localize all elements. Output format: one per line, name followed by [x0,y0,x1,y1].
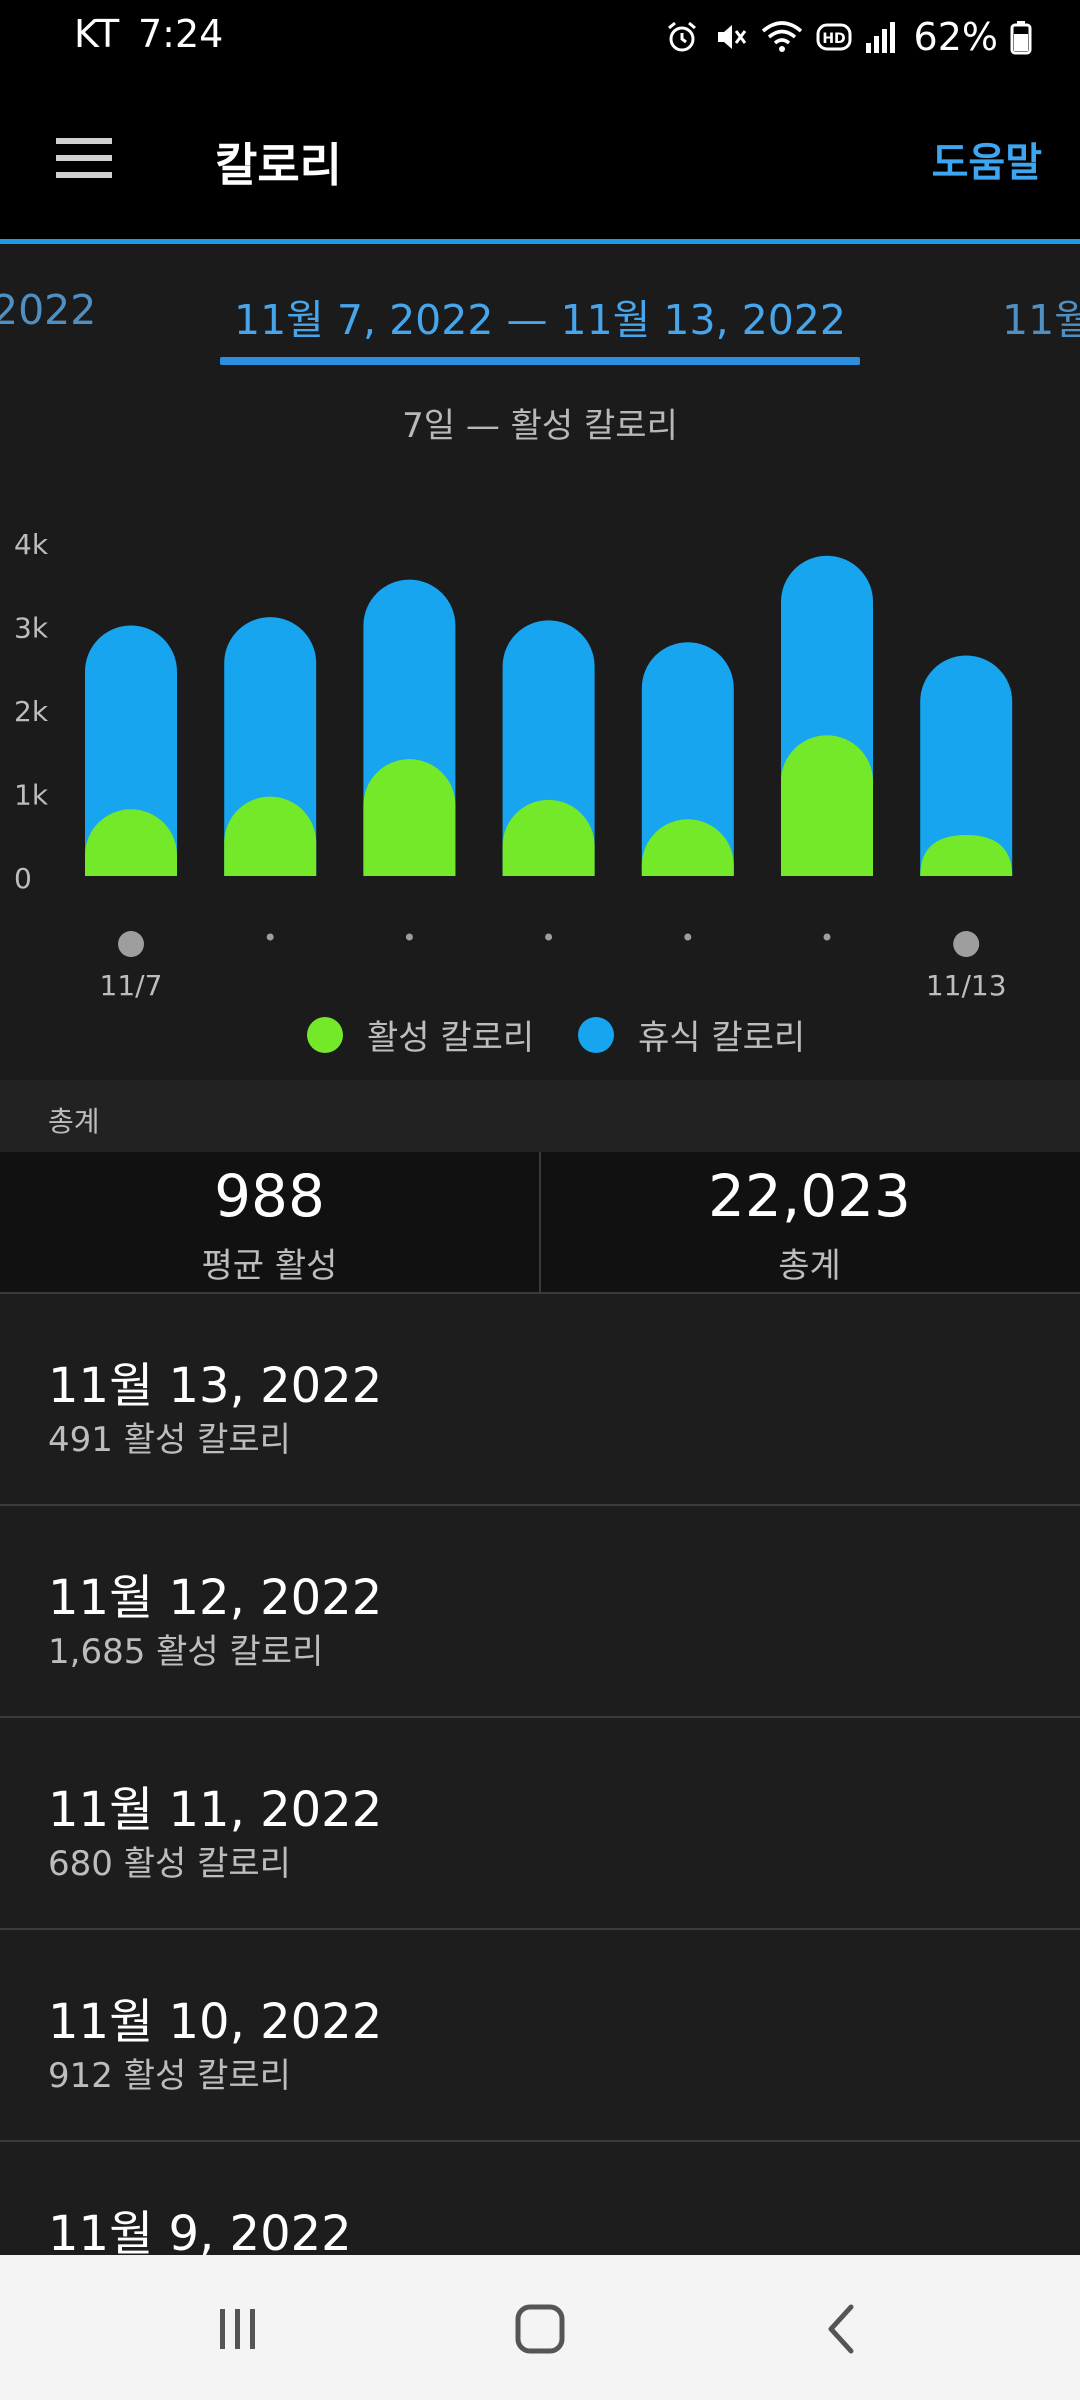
home-icon [510,2299,570,2359]
menu-button[interactable] [48,122,120,194]
list-item[interactable]: 11월 11, 2022 680 활성 칼로리 [0,1718,1080,1930]
x-tick-label: 11/7 [100,969,163,1002]
daily-list: 11월 13, 2022 491 활성 칼로리 11월 12, 2022 1,6… [0,1294,1080,2354]
calorie-chart: 7일 — 활성 칼로리 0 1k 2k 3k 4k 11/7 11/13 활성 칼로리 휴식… [0,374,1080,1080]
current-range-tab[interactable]: 11월 7, 2022 — 11월 13, 2022 [220,286,860,346]
x-tick-marker-small [823,933,831,941]
previous-range-tab[interactable]: 2022 [0,286,96,334]
list-item-date: 11월 11, 2022 [48,1782,383,1838]
list-item-date: 11월 10, 2022 [48,1994,383,2050]
list-item[interactable]: 11월 10, 2022 912 활성 칼로리 [0,1930,1080,2142]
calories-screen: KT 7:24 HD 62% 칼로리 도움말 2022 11월 7, 2022 … [0,0,1080,2400]
chart-svg: 0 1k 2k 3k 4k 11/7 11/13 [14,528,1013,1002]
x-tick-marker-large [953,931,980,957]
total-cell: 22,023 총계 [540,1152,1079,1292]
carrier-name: KT [74,12,120,56]
x-tick-label: 11/13 [926,969,1007,1002]
list-item-calories: 912 활성 칼로리 [48,2056,291,2096]
x-tick-marker-small [545,933,553,941]
legend-swatch-active [307,1016,343,1053]
selected-range-indicator [220,357,860,365]
wifi-icon [760,19,804,55]
avg-active-value: 988 [214,1162,325,1230]
svg-text:HD: HD [822,31,845,47]
hd-voice-icon: HD [816,19,852,55]
avg-active-cell: 988 평균 활성 [0,1152,541,1292]
mute-icon [712,19,748,55]
page-title: 칼로리 [215,138,342,192]
total-label: 총계 [778,1246,841,1286]
hamburger-menu-icon [48,122,120,194]
x-tick-marker-small [266,933,274,941]
system-nav-bar [0,2255,1080,2400]
help-button[interactable]: 도움말 [932,130,1042,188]
home-button[interactable] [500,2297,580,2361]
summary-row: 988 평균 활성 22,023 총계 [0,1152,1080,1294]
list-item-date: 11월 12, 2022 [48,1570,383,1626]
legend-label-resting: 휴식 칼로리 [638,1018,806,1058]
recent-apps-button[interactable] [198,2297,278,2361]
total-value: 22,023 [708,1162,911,1230]
recent-apps-icon [208,2299,268,2359]
back-button[interactable] [803,2297,883,2361]
y-tick-label: 3k [14,612,49,645]
list-item-calories: 1,685 활성 칼로리 [48,1632,324,1672]
clock-time: 7:24 [138,12,224,56]
list-item-date: 11월 13, 2022 [48,1358,383,1414]
date-range-pager[interactable]: 2022 11월 7, 2022 — 11월 13, 2022 11월 [0,244,1080,374]
list-item-calories: 680 활성 칼로리 [48,1844,291,1884]
alarm-icon [664,19,700,55]
bar-active [363,759,456,876]
bar-active [781,735,873,876]
y-tick-label: 1k [14,779,49,812]
legend-swatch-resting [578,1016,614,1053]
back-icon [813,2299,873,2359]
list-item[interactable]: 11월 13, 2022 491 활성 칼로리 [0,1294,1080,1506]
x-tick-marker-small [405,933,413,941]
list-item[interactable]: 11월 12, 2022 1,685 활성 칼로리 [0,1506,1080,1718]
summary-header: 총계 [0,1080,1080,1152]
list-item-calories: 491 활성 칼로리 [48,1420,291,1460]
chart-legend: 활성 칼로리 휴식 칼로리 [0,1010,1080,1070]
list-item-date: 11월 9, 2022 [48,2206,352,2262]
x-tick-marker-large [118,931,144,957]
next-range-tab[interactable]: 11월 [1002,286,1080,346]
legend-item-active: 활성 칼로리 [307,1010,534,1059]
y-tick-label: 4k [14,528,49,561]
summary-header-label: 총계 [48,1105,100,1138]
signal-icon [864,19,898,55]
status-icons: HD 62% [664,12,1032,62]
legend-label-active: 활성 칼로리 [367,1018,535,1058]
y-tick-label: 2k [14,695,49,728]
legend-item-resting: 휴식 칼로리 [578,1010,805,1059]
battery-icon [1010,19,1032,55]
status-bar: KT 7:24 HD 62% [0,0,1080,74]
avg-active-label: 평균 활성 [201,1246,338,1286]
battery-percent: 62% [913,15,998,59]
y-tick-label: 0 [14,862,32,895]
app-bar: 칼로리 도움말 [0,74,1080,244]
x-tick-marker-small [684,933,692,941]
